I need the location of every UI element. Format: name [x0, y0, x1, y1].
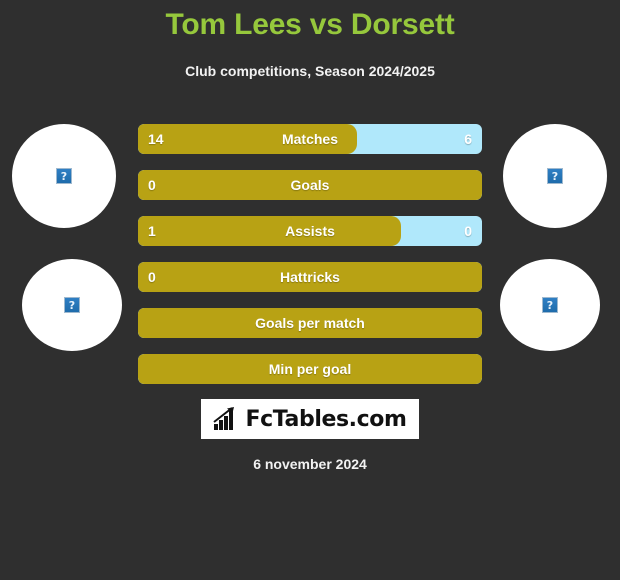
- stat-label: Hattricks: [280, 269, 340, 285]
- stat-label: Assists: [285, 223, 335, 239]
- page-subtitle: Club competitions, Season 2024/2025: [185, 63, 435, 79]
- stat-right-value: 6: [464, 131, 472, 147]
- stat-label: Goals: [290, 177, 330, 193]
- broken-image-icon: ?: [542, 297, 558, 313]
- home-player-avatar-bottom: ?: [22, 259, 122, 351]
- stat-label: Goals per match: [255, 315, 365, 331]
- footer-date: 6 november 2024: [253, 456, 367, 472]
- broken-image-icon: ?: [547, 168, 563, 184]
- stat-row-goals-per-match: Goals per match: [138, 308, 482, 338]
- away-player-avatar-bottom: ?: [500, 259, 600, 351]
- broken-image-icon: ?: [56, 168, 72, 184]
- stat-label: Matches: [281, 131, 339, 147]
- site-logo[interactable]: FcTables.com: [201, 399, 419, 439]
- comparison-infographic: Tom Lees vs Dorsett Club competitions, S…: [0, 0, 620, 580]
- stat-row-matches: 14 Matches 6: [138, 124, 482, 154]
- home-player-avatar-top: ?: [12, 124, 116, 228]
- site-logo-text: FcTables.com: [245, 406, 407, 432]
- stat-right-value: 0: [464, 223, 472, 239]
- stat-label: Min per goal: [268, 361, 352, 377]
- stat-row-hattricks: 0 Hattricks: [138, 262, 482, 292]
- stat-row-assists: 1 Assists 0: [138, 216, 482, 246]
- stat-row-min-per-goal: Min per goal: [138, 354, 482, 384]
- bar-chart-icon: [213, 407, 235, 430]
- stat-row-goals: 0 Goals: [138, 170, 482, 200]
- away-player-avatar-top: ?: [503, 124, 607, 228]
- broken-image-icon: ?: [64, 297, 80, 313]
- stat-bars: 14 Matches 6 0 Goals 1 Assists 0 0 Hattr…: [138, 124, 482, 400]
- page-title: Tom Lees vs Dorsett: [165, 8, 455, 41]
